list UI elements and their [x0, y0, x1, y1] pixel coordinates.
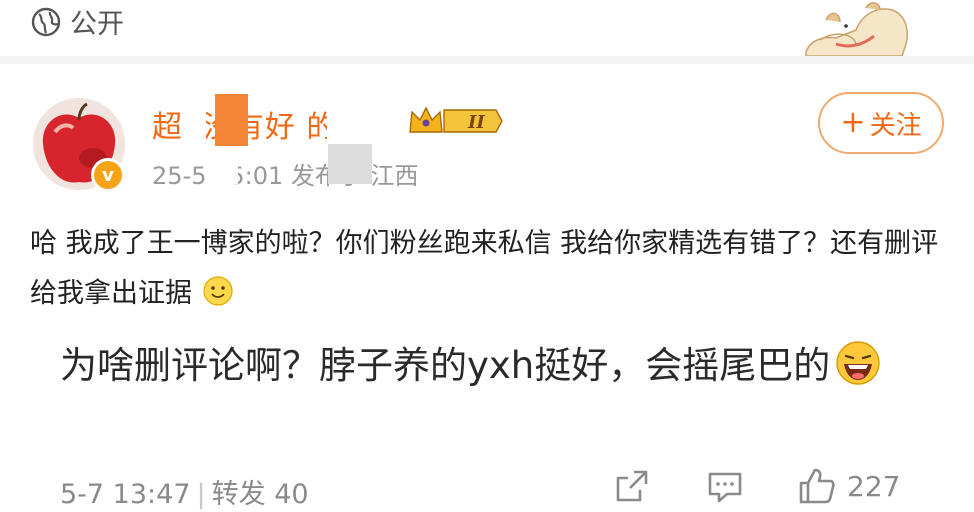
post-footer: 5-7 13:47 | 转发 40 227 — [0, 462, 974, 512]
smile-emoji-icon — [203, 276, 233, 306]
redaction-mask — [328, 144, 372, 184]
repost-count[interactable]: 转发 40 — [212, 479, 309, 510]
weibo-post: v 超i 没有好 的 II 25-5 15:01 发布于 江西 + 关注 哈 我… — [0, 64, 974, 512]
share-button[interactable] — [612, 466, 652, 506]
dog-illustration — [805, 2, 908, 56]
timestamp: 5-7 13:47 — [60, 479, 191, 510]
thumbs-up-icon — [799, 468, 835, 504]
redaction-mask — [327, 92, 361, 148]
follow-label: 关注 — [869, 110, 922, 141]
quoted-comment: 为啥删评论啊？脖子养的yxh挺好，会摇尾巴的 — [60, 336, 920, 396]
quoted-comment-text: 为啥删评论啊？脖子养的yxh挺好，会摇尾巴的 — [60, 344, 831, 387]
top-bar: 公开 — [0, 0, 974, 56]
visibility-label: 公开 — [70, 9, 124, 40]
globe-icon — [31, 7, 61, 36]
post-body-text: 哈 我成了王一博家的啦？你们粉丝跑来私信 我给你家精选有错了？还有删评给我拿出证… — [30, 228, 939, 309]
like-count: 227 — [847, 469, 901, 503]
separator: | — [196, 479, 206, 510]
post-body: 哈 我成了王一博家的啦？你们粉丝跑来私信 我给你家精选有错了？还有删评给我拿出证… — [30, 219, 945, 319]
post-meta: 25-5 15:01 发布于 江西 — [152, 162, 419, 190]
follow-button[interactable]: + 关注 — [818, 92, 944, 154]
visibility-indicator[interactable]: 公开 — [30, 2, 124, 41]
redaction-mask — [216, 152, 238, 184]
plus-icon: + — [840, 105, 866, 140]
comment-button[interactable] — [705, 466, 745, 506]
timestamp-repost: 5-7 13:47 | 转发 40 — [60, 472, 309, 511]
redaction-mask — [215, 94, 248, 146]
level-text: II — [467, 112, 485, 133]
member-level-badge[interactable]: II — [408, 104, 504, 138]
laughing-emoji-icon — [836, 341, 880, 385]
redaction-mask — [184, 94, 206, 146]
comment-icon — [708, 472, 742, 503]
section-divider — [0, 56, 974, 64]
verified-badge: v — [91, 158, 125, 192]
share-icon — [616, 470, 648, 502]
like-button[interactable]: 227 — [797, 466, 900, 506]
